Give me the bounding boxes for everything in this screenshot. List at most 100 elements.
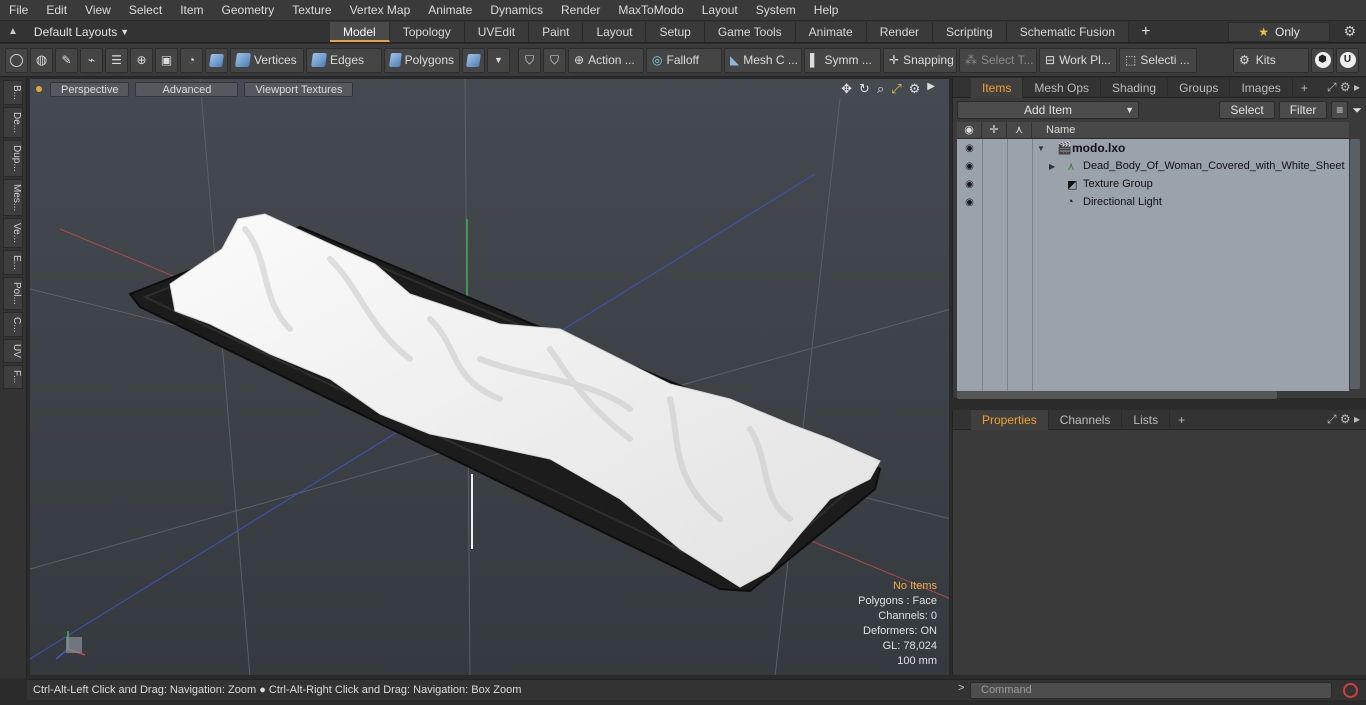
edges-button[interactable]: Edges xyxy=(306,47,382,73)
type-column-icon[interactable]: ⋏ xyxy=(1007,121,1032,139)
menu-file[interactable]: File xyxy=(0,0,37,21)
command-input[interactable]: Command xyxy=(970,682,1332,699)
material-button[interactable] xyxy=(462,47,485,73)
add-panel-tab-button[interactable]: + xyxy=(1293,81,1316,95)
rotate-button[interactable]: ◔ xyxy=(180,47,203,73)
only-button[interactable]: ★ Only xyxy=(1228,22,1330,42)
tree-row-mesh[interactable]: ◉ ▶ ⋏ Dead_Body_Of_Woman_Covered_with_Wh… xyxy=(957,157,1349,175)
eye-icon[interactable]: ◉ xyxy=(957,179,982,190)
globe-button[interactable]: ◍ xyxy=(30,47,53,73)
left-tab-polygon[interactable]: Pol... xyxy=(3,277,23,310)
polygons-button[interactable]: Polygons xyxy=(384,47,460,73)
vertices-button[interactable]: Vertices xyxy=(230,47,304,73)
tree-row-directional-light[interactable]: ◉ ◔ Directional Light xyxy=(957,193,1349,211)
gear-icon[interactable]: ⚙ xyxy=(1343,23,1356,40)
tab-uvedit[interactable]: UVEdit xyxy=(464,21,530,42)
tab-game-tools[interactable]: Game Tools xyxy=(704,21,796,42)
3d-viewport[interactable]: Perspective Advanced Viewport Textures ✥… xyxy=(29,78,950,676)
panel-options-icon[interactable]: ⤢ ⚙ ▸ xyxy=(1327,80,1366,95)
funnel-icon[interactable]: ⏷ xyxy=(1352,103,1362,118)
name-column-header[interactable]: Name xyxy=(1032,124,1075,136)
add-properties-tab-button[interactable]: + xyxy=(1170,413,1193,427)
menu-help[interactable]: Help xyxy=(805,0,848,21)
left-tab-fusion[interactable]: F... xyxy=(3,365,23,389)
left-tab-edge[interactable]: E... xyxy=(3,250,23,276)
menu-dynamics[interactable]: Dynamics xyxy=(481,0,552,21)
eye-icon[interactable]: ◉ xyxy=(957,161,982,172)
shield-button[interactable]: ⛉ xyxy=(518,47,541,73)
tab-render[interactable]: Render xyxy=(866,21,934,42)
brush-button[interactable]: ⌁ xyxy=(80,47,103,73)
selection-button[interactable]: ⬚ Selecti ... xyxy=(1119,47,1197,73)
unity-button[interactable]: ⬢ xyxy=(1311,47,1334,73)
pen-button[interactable]: ✎ xyxy=(55,47,78,73)
tab-channels[interactable]: Channels xyxy=(1049,409,1123,430)
tab-paint[interactable]: Paint xyxy=(529,21,584,42)
align-button[interactable]: ☰ xyxy=(105,47,128,73)
menu-vertex-map[interactable]: Vertex Map xyxy=(341,0,420,21)
menu-render[interactable]: Render xyxy=(552,0,609,21)
tab-mesh-ops[interactable]: Mesh Ops xyxy=(1023,77,1102,98)
tab-topology[interactable]: Topology xyxy=(389,21,465,42)
viewport-textures-button[interactable]: Viewport Textures xyxy=(244,81,354,97)
menu-edit[interactable]: Edit xyxy=(37,0,76,21)
action-center-button[interactable]: ⊕ Action ... xyxy=(568,47,644,73)
select-button[interactable]: Select xyxy=(1219,101,1275,119)
square-button[interactable]: ▣ xyxy=(155,47,178,73)
tab-groups[interactable]: Groups xyxy=(1168,77,1231,98)
advanced-button[interactable]: Advanced xyxy=(135,81,239,97)
left-tab-mesh-edit[interactable]: Mes... xyxy=(3,178,23,217)
fit-view-icon[interactable]: ⤢ xyxy=(891,81,901,97)
expand-arrow-icon[interactable]: ▼ xyxy=(1037,144,1045,153)
symmetry-button[interactable]: ▌ Symm ... xyxy=(804,47,881,73)
tab-setup[interactable]: Setup xyxy=(646,21,705,42)
menu-item[interactable]: Item xyxy=(171,0,212,21)
left-tab-duplicate[interactable]: Dup... xyxy=(3,140,23,177)
tab-schematic-fusion[interactable]: Schematic Fusion xyxy=(1006,21,1130,42)
center-button[interactable]: ⊕ xyxy=(130,47,153,73)
mesh-constraint-button[interactable]: ◣ Mesh C ... xyxy=(724,47,802,73)
move-view-icon[interactable]: ✥ xyxy=(841,81,852,97)
left-tab-uv[interactable]: UV xyxy=(3,339,23,364)
work-plane-button[interactable]: ⊟ Work Pl... xyxy=(1039,47,1117,73)
visibility-column-icon[interactable]: ◉ xyxy=(957,121,982,139)
material-dropdown-button[interactable]: ▼ xyxy=(487,47,510,73)
shield-alt-button[interactable]: ⛉ xyxy=(543,47,566,73)
tab-scripting[interactable]: Scripting xyxy=(933,21,1007,42)
add-item-button[interactable]: Add Item ▼ xyxy=(957,101,1139,119)
left-tab-basic[interactable]: B... xyxy=(3,80,23,106)
falloff-button[interactable]: ◎ Falloff xyxy=(646,47,722,73)
viewport-gear-icon[interactable]: ⚙ xyxy=(909,81,921,97)
viewport-expand-icon[interactable]: ▶ xyxy=(927,81,935,97)
eye-icon[interactable]: ◉ xyxy=(957,197,982,208)
snapping-button[interactable]: ✛ Snapping xyxy=(883,47,957,73)
tab-images[interactable]: Images xyxy=(1230,77,1293,98)
eye-icon[interactable]: ◉ xyxy=(957,143,982,154)
left-tab-vertex[interactable]: Ve... xyxy=(3,218,23,249)
add-tab-button[interactable]: + xyxy=(1129,23,1162,41)
menu-maxtomodo[interactable]: MaxToModo xyxy=(609,0,692,21)
menu-system[interactable]: System xyxy=(747,0,805,21)
items-horizontal-scrollbar[interactable] xyxy=(957,391,1277,399)
lock-column-icon[interactable]: ✛ xyxy=(982,121,1007,139)
select-circle-button[interactable] xyxy=(5,47,28,73)
tree-row-texture-group[interactable]: ◉ ◩ Texture Group xyxy=(957,175,1349,193)
tab-animate[interactable]: Animate xyxy=(795,21,867,42)
menu-geometry[interactable]: Geometry xyxy=(213,0,284,21)
perspective-button[interactable]: Perspective xyxy=(50,81,130,97)
items-vertical-scrollbar[interactable] xyxy=(1350,139,1360,389)
menu-texture[interactable]: Texture xyxy=(283,0,340,21)
tab-model[interactable]: Model xyxy=(330,21,390,42)
tab-items[interactable]: Items xyxy=(971,77,1024,98)
expand-arrow-icon[interactable]: ▶ xyxy=(1049,162,1055,171)
layout-selector[interactable]: ▲ Default Layouts ▼ xyxy=(0,21,330,43)
tree-row-modo-lxo[interactable]: ◉ ▼ 🎬 modo.lxo xyxy=(957,139,1349,157)
list-options-button[interactable]: ≡ xyxy=(1331,101,1349,119)
unreal-button[interactable]: U xyxy=(1336,47,1359,73)
zoom-view-icon[interactable]: ⌕ xyxy=(877,81,884,97)
viewport-menu-dot[interactable] xyxy=(36,86,42,92)
menu-layout[interactable]: Layout xyxy=(693,0,747,21)
filter-button[interactable]: Filter xyxy=(1278,101,1328,119)
tab-properties[interactable]: Properties xyxy=(971,409,1049,430)
menu-select[interactable]: Select xyxy=(120,0,171,21)
